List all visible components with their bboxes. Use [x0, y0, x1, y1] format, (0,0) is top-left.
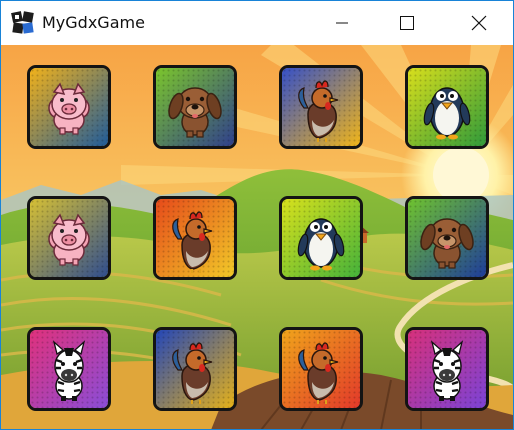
card-rooster[interactable]: [279, 327, 363, 411]
minimize-icon: [336, 22, 348, 24]
close-icon: [471, 15, 487, 31]
dog-icon: [408, 199, 486, 277]
card-pig[interactable]: [27, 196, 111, 280]
card-penguin[interactable]: [279, 196, 363, 280]
pig-icon: [30, 68, 108, 146]
pig-icon: [30, 199, 108, 277]
minimize-button[interactable]: [319, 1, 365, 45]
game-stage: [1, 45, 513, 429]
maximize-button[interactable]: [384, 1, 430, 45]
zebra-icon: [408, 330, 486, 408]
penguin-icon: [408, 68, 486, 146]
rooster-icon: [282, 68, 360, 146]
card-rooster[interactable]: [153, 327, 237, 411]
rooster-icon: [156, 199, 234, 277]
game-window: MyGdxGame: [0, 0, 514, 430]
close-button[interactable]: [456, 1, 502, 45]
libgdx-app-icon: [11, 11, 34, 34]
maximize-icon: [400, 16, 414, 30]
card-pig[interactable]: [27, 65, 111, 149]
card-penguin[interactable]: [405, 65, 489, 149]
card-dog[interactable]: [153, 65, 237, 149]
card-dog[interactable]: [405, 196, 489, 280]
card-rooster[interactable]: [153, 196, 237, 280]
title-bar[interactable]: MyGdxGame: [1, 1, 513, 45]
zebra-icon: [30, 330, 108, 408]
rooster-icon: [156, 330, 234, 408]
card-rooster[interactable]: [279, 65, 363, 149]
rooster-icon: [282, 330, 360, 408]
card-zebra[interactable]: [405, 327, 489, 411]
dog-icon: [156, 68, 234, 146]
card-zebra[interactable]: [27, 327, 111, 411]
penguin-icon: [282, 199, 360, 277]
window-title: MyGdxGame: [42, 13, 145, 32]
